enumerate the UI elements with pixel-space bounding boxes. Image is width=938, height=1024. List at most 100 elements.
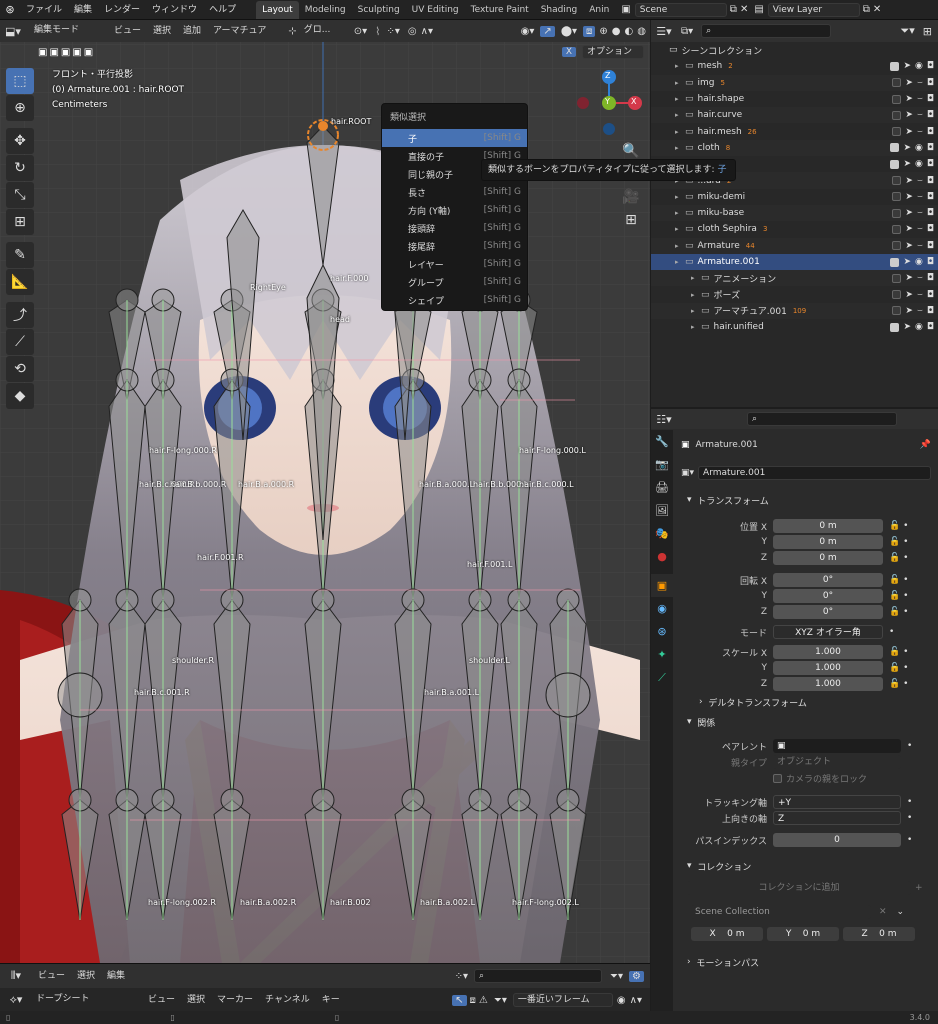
object-name-field[interactable]: Armature.001 <box>698 466 931 480</box>
eye-icon[interactable]: ⌣ <box>917 110 923 120</box>
menu-help[interactable]: ヘルプ <box>203 0 242 20</box>
eye-icon[interactable]: ⌣ <box>917 290 923 300</box>
location-x-field[interactable]: 0 m <box>773 519 883 533</box>
constraints-tab-icon[interactable]: ⊛ <box>651 620 673 643</box>
expand-arrow-icon[interactable]: ▸ <box>691 307 701 315</box>
outliner-row[interactable]: ▸ ▭ hair.unified ➤ ◉ ◘ <box>651 319 938 335</box>
select-box-tool-icon[interactable]: ⬚ <box>6 68 34 94</box>
rotation-x-field[interactable]: 0° <box>773 573 883 587</box>
measure-tool-icon[interactable]: 📐 <box>6 269 34 295</box>
dopesheet-mode-select[interactable]: ドープシート <box>32 993 142 1007</box>
render-camera-icon[interactable]: ◘ <box>927 322 934 332</box>
outliner-row[interactable]: ▸ ▭ miku-base ➤ ⌣ ◘ <box>651 204 938 222</box>
exclude-checkbox[interactable] <box>890 322 900 332</box>
expand-arrow-icon[interactable]: ▸ <box>675 62 685 70</box>
select-arrow-icon[interactable]: ➤ <box>905 290 913 300</box>
viewport-menu-armature[interactable]: アーマチュア <box>207 21 272 41</box>
falloff-curve-icon[interactable]: ∧▾ <box>630 995 642 1006</box>
dopesheet-filter-icon[interactable]: ⏷▾ <box>494 995 507 1006</box>
overlay-toggle-icon[interactable]: ⬤▾ <box>561 26 577 37</box>
eye-icon[interactable]: ⌣ <box>917 208 923 218</box>
scene-tab-icon[interactable]: 🎭 <box>651 522 673 545</box>
eye-icon[interactable]: ◉ <box>915 143 923 153</box>
view-layer-tab-icon[interactable]: 🖼 <box>651 499 673 522</box>
rotation-y-field[interactable]: 0° <box>773 589 883 603</box>
menu-item-5[interactable]: 接頭辞 [Shift] G <box>382 219 527 237</box>
outliner-row[interactable]: ▸ ▭ hair.curve ➤ ⌣ ◘ <box>651 107 938 124</box>
menu-item-3[interactable]: 長さ [Shift] G <box>382 183 527 201</box>
tab-animation[interactable]: Anin <box>583 1 615 19</box>
exclude-checkbox[interactable] <box>890 61 900 71</box>
outliner-row[interactable]: ▸ ▭ hair.shape ➤ ⌣ ◘ <box>651 91 938 107</box>
select-arrow-icon[interactable]: ➤ <box>905 78 913 88</box>
exclude-checkbox[interactable] <box>890 143 900 153</box>
expand-arrow-icon[interactable]: ▸ <box>675 128 685 136</box>
expand-arrow-icon[interactable]: ▸ <box>675 258 685 266</box>
outliner-editor-icon[interactable]: ☰▾ <box>651 25 677 38</box>
dopesheet-menu-select[interactable]: 選択 <box>181 990 211 1010</box>
render-camera-icon[interactable]: ◘ <box>927 94 934 104</box>
eye-icon[interactable]: ⌣ <box>917 241 923 251</box>
pin-icon[interactable]: 📌 <box>920 440 931 450</box>
eye-icon[interactable]: ⌣ <box>917 94 923 104</box>
eye-icon[interactable]: ⌣ <box>917 273 923 283</box>
expand-arrow-icon[interactable]: ▸ <box>675 209 685 217</box>
render-camera-icon[interactable]: ◘ <box>927 176 934 186</box>
snap-mode-select[interactable]: 一番近いフレーム <box>512 993 613 1007</box>
timeline-settings-icon[interactable]: ⚙ <box>629 970 644 982</box>
render-camera-icon[interactable]: ◘ <box>927 159 934 169</box>
tab-layout[interactable]: Layout <box>256 0 299 19</box>
display-mode-icon[interactable]: ⧉▾ <box>681 26 693 37</box>
menu-edit[interactable]: 編集 <box>68 0 98 20</box>
render-camera-icon[interactable]: ◘ <box>927 273 934 283</box>
dopesheet-menu-channel[interactable]: チャンネル <box>259 990 316 1010</box>
rotate-tool-icon[interactable]: ↻ <box>6 155 34 181</box>
visibility-icon[interactable]: ◉▾ <box>521 26 535 37</box>
outliner-row[interactable]: ▸ ▭ アーマチュア.001 109 ➤ ⌣ ◘ <box>651 302 938 320</box>
transform-orientation-selector[interactable]: グロ... <box>299 24 348 38</box>
move-tool-icon[interactable]: ✥ <box>6 128 34 154</box>
menu-item-7[interactable]: レイヤー [Shift] G <box>382 255 527 273</box>
location-z-field[interactable]: 0 m <box>773 551 883 565</box>
menu-window[interactable]: ウィンドウ <box>146 0 203 20</box>
viewlayer-icon[interactable]: ▤ <box>754 4 763 15</box>
eye-icon[interactable]: ⌣ <box>917 78 923 88</box>
select-mode-icons[interactable]: ▣▣▣▣▣ <box>38 47 95 58</box>
select-arrow-icon[interactable]: ➤ <box>905 208 913 218</box>
eye-icon[interactable]: ◉ <box>915 159 923 169</box>
timeline-filter-icon[interactable]: ⏷▾ <box>610 971 623 982</box>
select-arrow-icon[interactable]: ➤ <box>903 257 911 267</box>
shading-rendered-icon[interactable]: ◍ <box>637 26 646 37</box>
bone-envelope-tool-icon[interactable]: ◆ <box>6 383 34 409</box>
select-arrow-icon[interactable]: ➤ <box>903 61 911 71</box>
exclude-checkbox[interactable] <box>892 110 902 120</box>
proportional-edit-icon[interactable]: ◎ <box>408 26 417 37</box>
ortho-grid-icon[interactable]: ⊞ <box>620 209 642 231</box>
view-grid-icon[interactable]: ⁘▾ <box>455 971 468 982</box>
tracking-axis-select[interactable]: +Y <box>773 795 901 809</box>
eye-icon[interactable]: ⌣ <box>917 224 923 234</box>
outliner-search[interactable]: ⌕ <box>701 24 832 38</box>
menu-item-6[interactable]: 接尾辞 [Shift] G <box>382 237 527 255</box>
falloff-icon[interactable]: ∧▾ <box>421 26 433 37</box>
show-hidden-icon[interactable]: ⧈ <box>470 995 476 1006</box>
select-arrow-icon[interactable]: ➤ <box>903 322 911 332</box>
location-y-field[interactable]: 0 m <box>773 535 883 549</box>
expand-arrow-icon[interactable]: ▸ <box>675 242 685 250</box>
editor-type-icon[interactable]: ⬓▾ <box>0 25 26 38</box>
object-tab-icon[interactable]: ▣ <box>651 574 673 597</box>
render-camera-icon[interactable]: ◘ <box>927 306 934 316</box>
exclude-checkbox[interactable] <box>892 290 902 300</box>
select-arrow-icon[interactable]: ➤ <box>905 273 913 283</box>
motion-path-header[interactable]: › モーションパス <box>681 952 931 972</box>
dopesheet-editor-icon[interactable]: ⟡▾ <box>0 993 32 1007</box>
scale-y-field[interactable]: 1.000 <box>773 661 883 675</box>
menu-item-9[interactable]: シェイプ [Shift] G <box>382 291 527 309</box>
exclude-checkbox[interactable] <box>890 159 900 169</box>
render-camera-icon[interactable]: ◘ <box>927 127 934 137</box>
scale-tool-icon[interactable]: ⤡ <box>6 182 34 208</box>
only-selected-icon[interactable]: ↖ <box>452 994 467 1006</box>
rotation-mode-select[interactable]: XYZ オイラー角 <box>773 625 883 639</box>
annotate-tool-icon[interactable]: ✎ <box>6 242 34 268</box>
outliner-row[interactable]: ▸ ▭ hair.mesh 26 ➤ ⌣ ◘ <box>651 123 938 139</box>
